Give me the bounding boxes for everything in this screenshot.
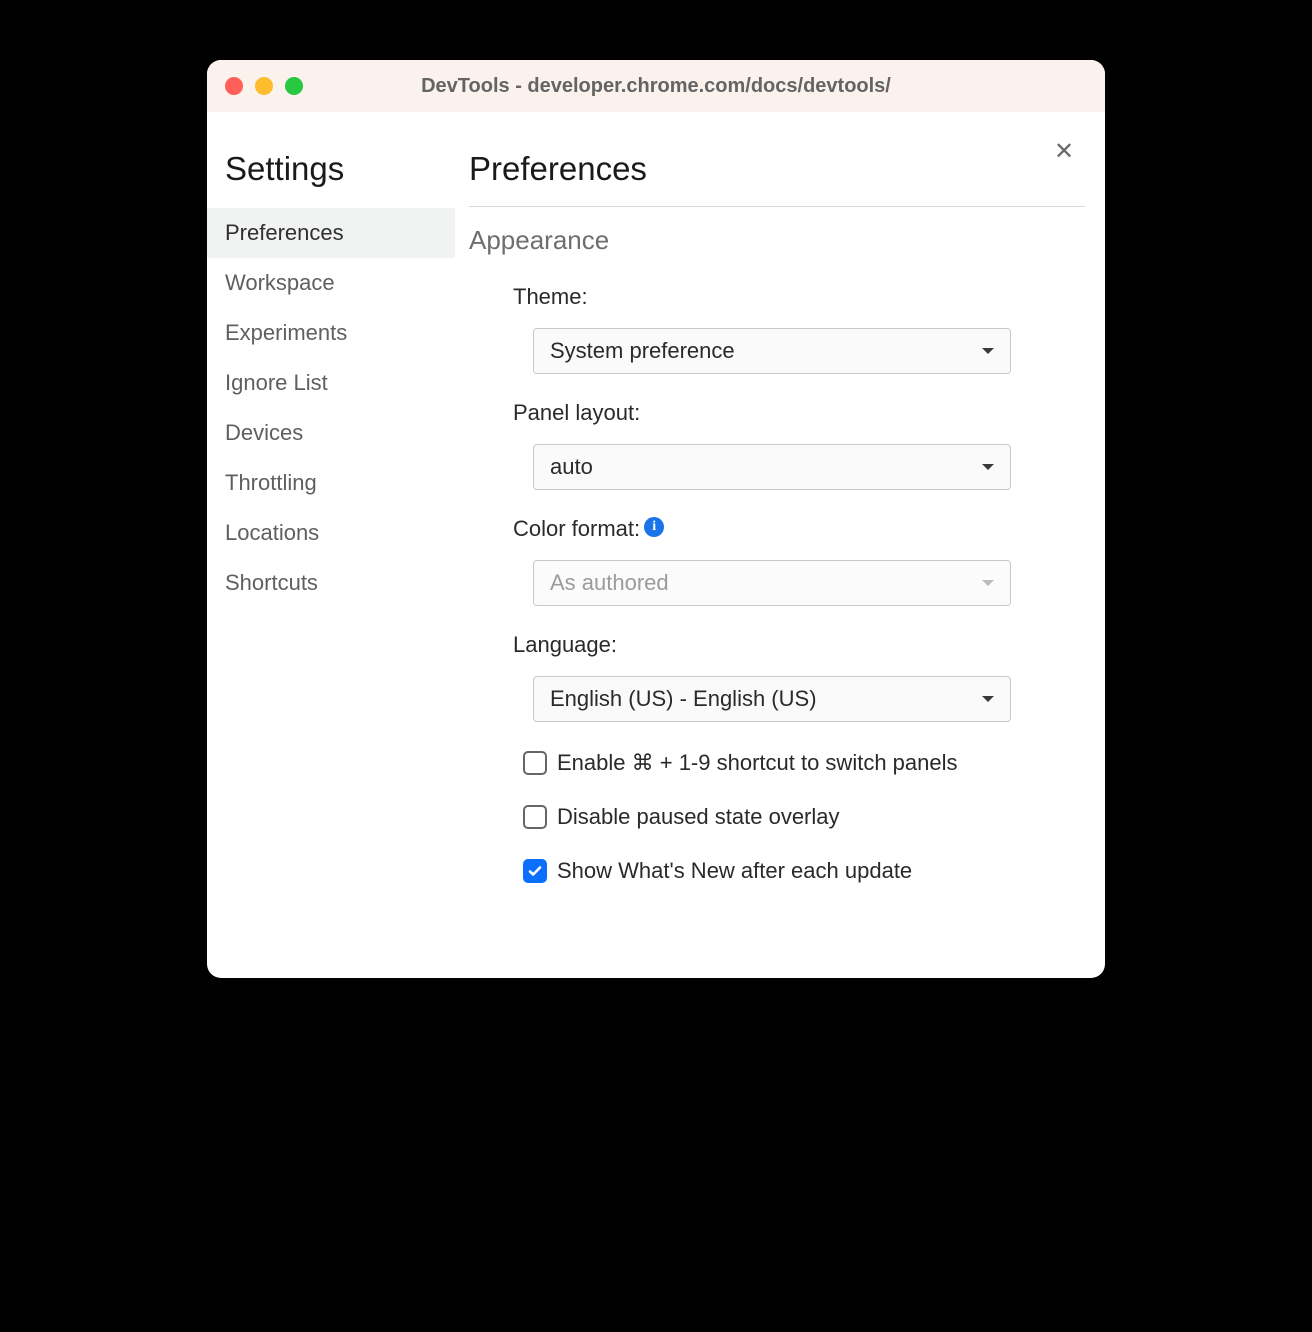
- sidebar-item-throttling[interactable]: Throttling: [207, 458, 455, 508]
- titlebar: DevTools - developer.chrome.com/docs/dev…: [207, 60, 1105, 112]
- color-format-label: Color format: i: [469, 516, 1085, 542]
- window-close-dot[interactable]: [225, 77, 243, 95]
- devtools-settings-window: DevTools - developer.chrome.com/docs/dev…: [207, 60, 1105, 978]
- checkbox-label: Disable paused state overlay: [557, 804, 840, 830]
- sidebar-item-label: Devices: [225, 420, 303, 446]
- sidebar-item-workspace[interactable]: Workspace: [207, 258, 455, 308]
- preferences-pane: Preferences Appearance Theme: System pre…: [455, 112, 1105, 978]
- sidebar-item-label: Throttling: [225, 470, 317, 496]
- chevron-down-icon: [982, 696, 994, 702]
- section-heading-appearance: Appearance: [469, 225, 1085, 256]
- panel-layout-label: Panel layout:: [469, 400, 1085, 426]
- close-icon[interactable]: ✕: [1051, 138, 1077, 164]
- checkbox-icon[interactable]: [523, 751, 547, 775]
- checkbox-show-whats-new[interactable]: Show What's New after each update: [523, 858, 1085, 884]
- traffic-lights: [225, 77, 303, 95]
- theme-field: Theme: System preference: [469, 284, 1085, 374]
- sidebar-item-label: Ignore List: [225, 370, 328, 396]
- language-value: English (US) - English (US): [550, 686, 817, 712]
- panel-layout-field: Panel layout: auto: [469, 400, 1085, 490]
- checkbox-icon[interactable]: [523, 859, 547, 883]
- sidebar-item-devices[interactable]: Devices: [207, 408, 455, 458]
- language-select[interactable]: English (US) - English (US): [533, 676, 1011, 722]
- checkbox-enable-cmd-shortcut[interactable]: Enable ⌘ + 1-9 shortcut to switch panels: [523, 750, 1085, 776]
- checkbox-label: Enable ⌘ + 1-9 shortcut to switch panels: [557, 750, 958, 776]
- panel-layout-select[interactable]: auto: [533, 444, 1011, 490]
- info-icon[interactable]: i: [644, 517, 664, 537]
- sidebar-item-experiments[interactable]: Experiments: [207, 308, 455, 358]
- checkbox-disable-paused-overlay[interactable]: Disable paused state overlay: [523, 804, 1085, 830]
- content-area: ✕ Settings Preferences Workspace Experim…: [207, 112, 1105, 978]
- checkbox-label: Show What's New after each update: [557, 858, 912, 884]
- window-title: DevTools - developer.chrome.com/docs/dev…: [207, 75, 1105, 98]
- sidebar-item-label: Preferences: [225, 220, 344, 246]
- chevron-down-icon: [982, 348, 994, 354]
- color-format-field: Color format: i As authored: [469, 516, 1085, 606]
- sidebar-item-ignore-list[interactable]: Ignore List: [207, 358, 455, 408]
- divider: [469, 206, 1085, 207]
- language-label: Language:: [469, 632, 1085, 658]
- window-zoom-dot[interactable]: [285, 77, 303, 95]
- sidebar-item-preferences[interactable]: Preferences: [207, 208, 455, 258]
- sidebar-item-locations[interactable]: Locations: [207, 508, 455, 558]
- window-minimize-dot[interactable]: [255, 77, 273, 95]
- sidebar-item-shortcuts[interactable]: Shortcuts: [207, 558, 455, 608]
- sidebar-item-label: Shortcuts: [225, 570, 318, 596]
- color-format-value: As authored: [550, 570, 669, 596]
- settings-sidebar: Settings Preferences Workspace Experimen…: [207, 112, 455, 978]
- chevron-down-icon: [982, 464, 994, 470]
- sidebar-item-label: Locations: [225, 520, 319, 546]
- sidebar-item-label: Experiments: [225, 320, 347, 346]
- theme-label: Theme:: [469, 284, 1085, 310]
- page-title: Preferences: [469, 150, 1085, 188]
- language-field: Language: English (US) - English (US): [469, 632, 1085, 722]
- theme-value: System preference: [550, 338, 735, 364]
- color-format-select: As authored: [533, 560, 1011, 606]
- panel-layout-value: auto: [550, 454, 593, 480]
- sidebar-heading: Settings: [207, 150, 455, 188]
- checkbox-icon[interactable]: [523, 805, 547, 829]
- theme-select[interactable]: System preference: [533, 328, 1011, 374]
- sidebar-item-label: Workspace: [225, 270, 335, 296]
- chevron-down-icon: [982, 580, 994, 586]
